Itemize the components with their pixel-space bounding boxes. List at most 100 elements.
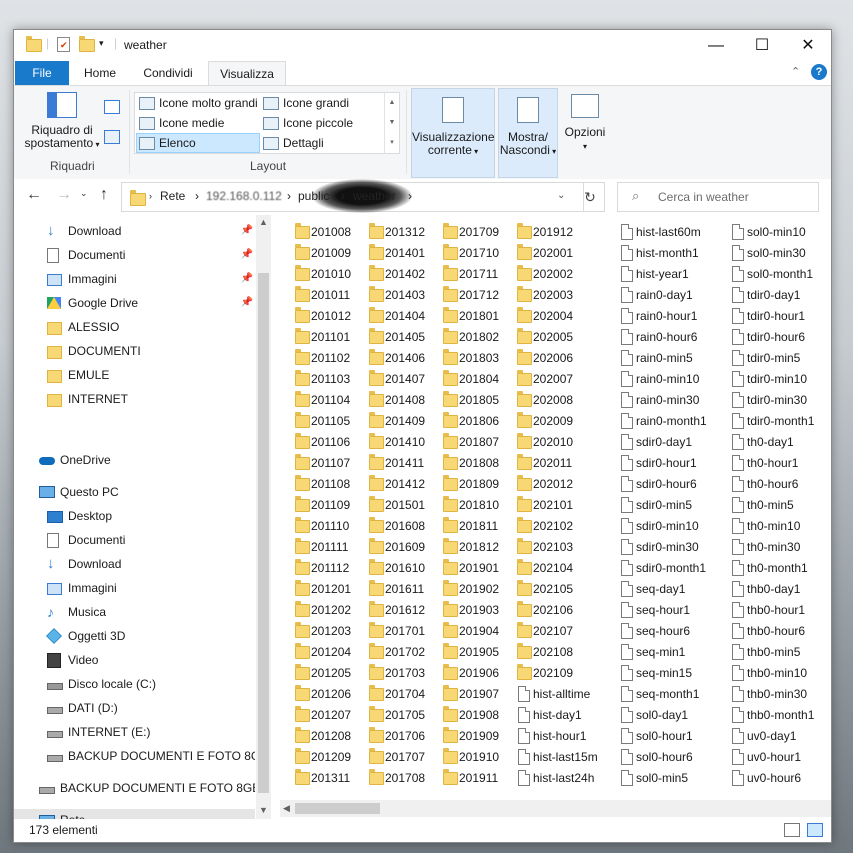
nav-item-onedrive[interactable]: OneDrive [14,449,255,471]
file-icon [621,266,633,282]
current-view-button[interactable]: Visualizzazione corrente ▾ [411,88,495,178]
file-icon [732,581,744,597]
maximize-button[interactable]: ☐ [739,30,785,61]
item-name: 201012 [311,309,352,323]
nav-item-pc-child[interactable]: Desktop [14,505,255,527]
nav-item-pc-child[interactable]: DATI (D:) [14,697,255,719]
layout-large-icons[interactable]: Icone grandi [261,94,393,112]
breadcrumb-public[interactable]: public [298,189,329,203]
hscroll-thumb[interactable] [295,803,380,814]
preview-pane-icon[interactable] [104,100,120,114]
close-button[interactable]: ✕ [785,30,831,61]
item-name: hist-year1 [636,267,689,281]
item-name: th0-day1 [747,435,794,449]
folder-icon [369,538,384,554]
file-list-hscrollbar[interactable]: ◀ [280,800,831,817]
chevron-right-icon[interactable]: › [341,189,345,203]
refresh-icon[interactable]: ↻ [576,182,605,212]
layout-medium-icons[interactable]: Icone medie [137,114,281,132]
nav-item-quick[interactable]: DOCUMENTI [14,340,255,362]
nav-item-pc-child[interactable]: ♪ Musica [14,601,255,623]
recent-locations-icon[interactable]: ⌄ [80,188,88,199]
tab-visualizza[interactable]: Visualizza [208,61,286,86]
nav-item-pc-child[interactable]: BACKUP DOCUMENTI E FOTO 8GB ( [14,745,255,767]
item-name: th0-hour6 [747,477,799,491]
item-name: 201907 [459,687,500,701]
up-icon[interactable]: ↑ [100,186,108,204]
new-folder-icon[interactable] [79,36,95,53]
chevron-right-icon[interactable]: › [287,189,291,203]
pin-icon[interactable]: 📌 [241,244,253,266]
nav-item-pc-child[interactable]: Disco locale (C:) [14,673,255,695]
drive-icon [47,755,63,762]
help-icon[interactable]: ? [811,64,827,80]
breadcrumb-host[interactable]: 192.168.0.112 [206,189,282,203]
nav-item-pc-child[interactable]: Video [14,649,255,671]
nav-pane-scrollbar[interactable]: ▲ ▼ [256,215,271,819]
nav-item-quick[interactable]: Google Drive 📌 [14,292,255,314]
file-icon [621,602,633,618]
layout-list[interactable]: Elenco [136,133,260,153]
item-name: sdir0-min10 [636,519,699,533]
forward-icon[interactable]: → [56,186,72,204]
pin-icon[interactable]: 📌 [241,220,253,242]
folder-icon [517,454,532,470]
group-label-layout: Layout [250,159,287,173]
folder-icon [369,412,384,428]
nav-item-pc-child[interactable]: ↓ Download [14,553,255,575]
options-button[interactable]: Opzioni ▾ [562,94,608,153]
nav-item-network[interactable]: Rete [14,809,255,819]
nav-item-pc-child[interactable]: Immagini [14,577,255,599]
collapse-ribbon-icon[interactable]: ⌃ [791,65,800,78]
scroll-up-icon[interactable]: ▲ [256,217,271,227]
large-icons-view-icon[interactable] [807,823,823,837]
nav-item-quick[interactable]: ALESSIO [14,316,255,338]
chevron-right-icon[interactable]: › [149,191,152,201]
layout-extra-large-icons[interactable]: Icone molto grandi [137,94,281,112]
search-box[interactable]: ⌕ Cerca in weather [617,182,819,212]
navigation-pane-button[interactable]: Riquadro di spostamento ▾ [20,92,104,151]
scroll-thumb[interactable] [258,273,269,793]
tab-condividi[interactable]: Condividi [131,61,205,85]
file-icon [621,518,633,534]
nav-item-quick[interactable]: ↓ Download 📌 [14,220,255,242]
breadcrumb-rete[interactable]: Rete [160,189,185,203]
nav-item-quick[interactable]: Immagini 📌 [14,268,255,290]
address-dropdown-icon[interactable]: ⌄ [557,190,565,201]
tab-file[interactable]: File [15,61,69,85]
item-name: sol0-min5 [636,771,689,785]
nav-item-pc-child[interactable]: Documenti [14,529,255,551]
breadcrumb-weather[interactable]: weather [353,189,396,203]
folder-icon [517,370,532,386]
show-hide-button[interactable]: Mostra/ Nascondi ▾ [498,88,558,178]
pin-icon[interactable]: 📌 [241,268,253,290]
scroll-left-icon[interactable]: ◀ [283,803,290,814]
properties-icon[interactable]: ✔ [57,37,70,53]
nav-item-pc-child[interactable]: INTERNET (E:) [14,721,255,743]
details-view-icon[interactable] [784,823,800,837]
details-pane-icon[interactable] [104,130,120,144]
nav-item-this-pc[interactable]: Questo PC [14,481,255,503]
scroll-down-icon[interactable]: ▼ [256,805,271,815]
minimize-button[interactable]: — [693,30,739,61]
pin-icon[interactable]: 📌 [241,292,253,314]
layout-small-icons[interactable]: Icone piccole [261,114,393,132]
file-icon [732,749,744,765]
item-name: th0-min10 [747,519,801,533]
address-bar[interactable]: › Rete › 192.168.0.112 › public › weathe… [121,179,584,213]
folder-icon [369,223,384,239]
layout-gallery-scroll[interactable]: ▲ ▼ ▾ [384,93,399,153]
chevron-right-icon[interactable]: › [195,189,199,203]
customize-quick-access-icon[interactable]: ▾ [99,38,104,54]
nav-item-quick[interactable]: Documenti 📌 [14,244,255,266]
layout-details[interactable]: Dettagli [261,134,393,152]
item-name: 201403 [385,288,426,302]
nav-item-pc-child[interactable]: Oggetti 3D [14,625,255,647]
chevron-right-icon[interactable]: › [408,189,412,203]
back-icon[interactable]: ← [26,186,42,204]
nav-item-external-drive[interactable]: BACKUP DOCUMENTI E FOTO 8GB (H [14,777,255,799]
nav-item-quick[interactable]: INTERNET [14,388,255,410]
tab-home[interactable]: Home [73,61,127,85]
nav-item-quick[interactable]: EMULE [14,364,255,386]
item-name: 202109 [533,666,574,680]
